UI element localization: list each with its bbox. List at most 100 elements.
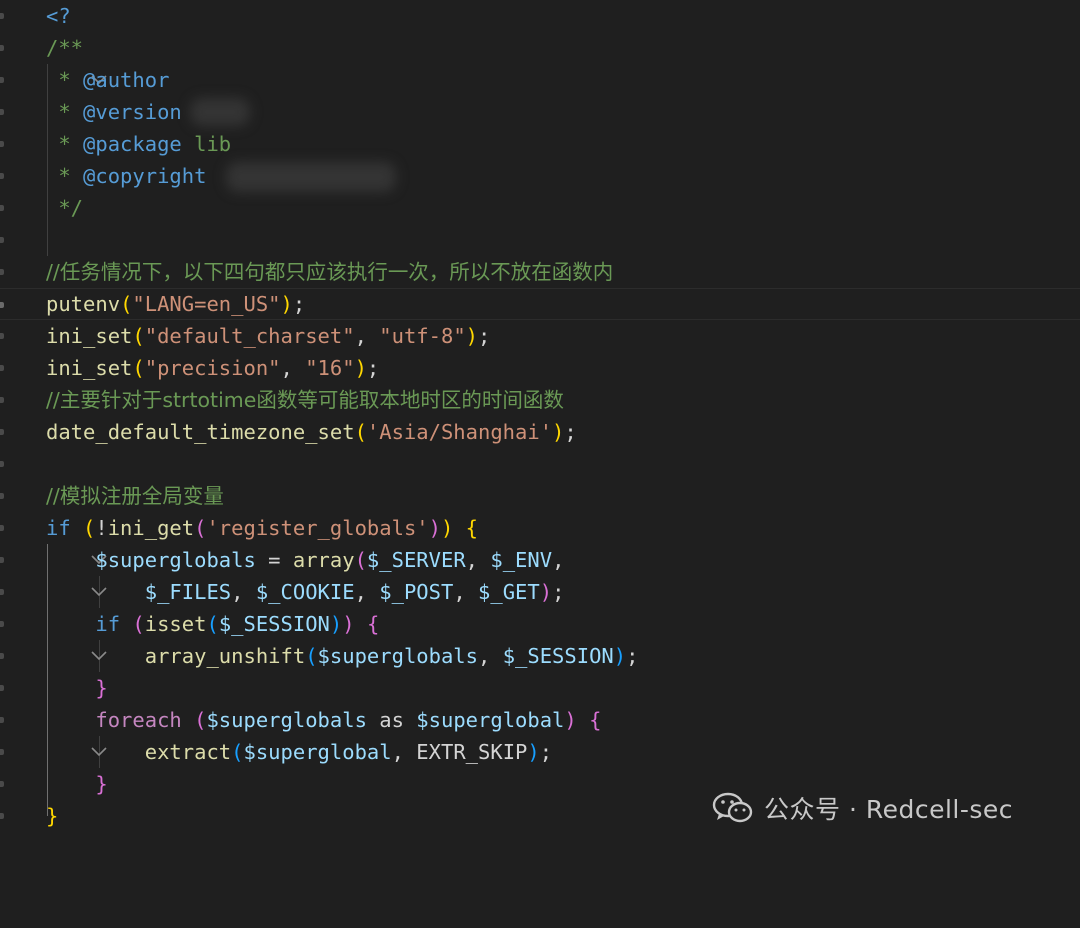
php-open-tag: <? <box>46 4 71 28</box>
gutter-marker <box>0 653 4 659</box>
string-literal: 'Asia/Shanghai' <box>366 420 553 444</box>
fold-chevron-down-icon[interactable] <box>14 704 107 757</box>
doc-tag-author: @author <box>83 68 170 92</box>
variable: $superglobal <box>416 708 565 732</box>
keyword: if <box>95 612 121 636</box>
code-editor[interactable]: <? /** * @author * @version * @package l… <box>0 0 1080 851</box>
string-literal: "LANG=en_US" <box>132 292 281 316</box>
variable: $_ENV <box>490 548 553 572</box>
function-call: extract <box>144 740 232 764</box>
line-comment: //模拟注册全局变量 <box>46 484 224 508</box>
variable: $superglobal <box>243 740 392 764</box>
code-line[interactable]: //任务情况下，以下四句都只应该执行一次，所以不放在函数内 <box>0 256 1080 288</box>
watermark-text: 公众号 · Redcell-sec <box>764 795 1014 824</box>
code-line[interactable]: $superglobals = array($_SERVER, $_ENV, <box>0 544 1080 597</box>
gutter-marker <box>0 45 4 51</box>
doc-star: * <box>46 164 84 188</box>
gutter-marker <box>0 302 4 308</box>
code-line[interactable]: <? <box>0 0 1080 32</box>
variable: $_GET <box>478 580 540 604</box>
function-call: ini_set <box>46 324 133 348</box>
code-line[interactable]: if (!ini_get('register_globals')) { <box>0 512 1080 565</box>
gutter-marker <box>0 333 4 339</box>
fold-chevron-down-icon[interactable] <box>14 544 107 597</box>
code-line[interactable]: * @version <box>0 96 1080 128</box>
code-line-current[interactable]: putenv("LANG=en_US"); <box>0 288 1080 320</box>
gutter-marker <box>0 589 4 595</box>
code-line[interactable] <box>0 224 1080 256</box>
keyword: if <box>46 516 71 540</box>
variable: $_POST <box>379 580 454 604</box>
code-line[interactable]: * @copyright <box>0 160 1080 192</box>
string-literal: "precision" <box>144 356 281 380</box>
code-line[interactable]: ini_set("precision", "16"); <box>0 352 1080 384</box>
gutter-marker <box>0 557 4 563</box>
code-line[interactable]: */ <box>0 192 1080 224</box>
string-literal: "16" <box>305 356 355 380</box>
function-call: date_default_timezone_set <box>46 420 355 444</box>
gutter-marker <box>0 173 4 179</box>
code-line[interactable] <box>0 448 1080 480</box>
watermark: 公众号 · Redcell-sec <box>712 786 1013 830</box>
code-line[interactable]: foreach ($superglobals as $superglobal) … <box>0 704 1080 757</box>
doc-package-value: lib <box>181 132 232 156</box>
variable: $_SESSION <box>218 612 330 636</box>
doc-star: * <box>46 68 84 92</box>
gutter-marker <box>0 493 4 499</box>
variable: $superglobals <box>95 548 256 572</box>
code-line[interactable]: //模拟注册全局变量 <box>0 480 1080 512</box>
code-line[interactable]: $_FILES, $_COOKIE, $_POST, $_GET); <box>0 576 1080 608</box>
variable: $_SESSION <box>502 644 614 668</box>
code-line[interactable]: if (isset($_SESSION)) { <box>0 608 1080 661</box>
function-call: putenv <box>46 292 121 316</box>
redacted-version-value <box>190 98 250 126</box>
fold-chevron-down-icon[interactable] <box>14 32 107 85</box>
function-call: isset <box>144 612 207 636</box>
code-line[interactable]: ini_set("default_charset", "utf-8"); <box>0 320 1080 352</box>
doc-star: * <box>46 132 84 156</box>
code-line[interactable]: * @author <box>0 64 1080 96</box>
function-call: ini_get <box>107 516 195 540</box>
doc-tag-version: @version <box>83 100 182 124</box>
code-line[interactable]: extract($superglobal, EXTR_SKIP); <box>0 736 1080 768</box>
gutter-marker <box>0 13 4 19</box>
string-literal: "utf-8" <box>379 324 466 348</box>
gutter-marker <box>0 685 4 691</box>
doc-comment-close: */ <box>46 196 84 220</box>
doc-comment-open: /** <box>46 36 84 60</box>
gutter-marker <box>0 621 4 627</box>
code-line[interactable]: //主要针对于strtotime函数等可能取本地时区的时间函数 <box>0 384 1080 416</box>
code-line[interactable]: array_unshift($superglobals, $_SESSION); <box>0 640 1080 672</box>
fold-chevron-down-icon[interactable] <box>14 608 107 661</box>
doc-tag-copyright: @copyright <box>83 164 207 188</box>
code-line[interactable]: } <box>0 672 1080 704</box>
gutter-marker <box>0 109 4 115</box>
gutter-marker <box>0 461 4 467</box>
gutter-marker <box>0 205 4 211</box>
gutter-marker <box>0 717 4 723</box>
gutter-marker <box>0 77 4 83</box>
code-line[interactable]: /** <box>0 32 1080 85</box>
gutter-marker <box>0 429 4 435</box>
redacted-copyright-value <box>226 162 396 192</box>
code-line[interactable]: date_default_timezone_set('Asia/Shanghai… <box>0 416 1080 448</box>
gutter-marker <box>0 237 4 243</box>
keyword: as <box>379 708 404 732</box>
line-comment: //任务情况下，以下四句都只应该执行一次，所以不放在函数内 <box>46 260 614 284</box>
gutter-marker <box>0 525 4 531</box>
gutter-marker <box>0 141 4 147</box>
variable: $superglobals <box>206 708 367 732</box>
variable: $superglobals <box>317 644 478 668</box>
doc-star: * <box>46 100 84 124</box>
code-line[interactable]: * @package lib <box>0 128 1080 160</box>
line-comment: //主要针对于strtotime函数等可能取本地时区的时间函数 <box>46 388 564 412</box>
gutter-marker <box>0 749 4 755</box>
doc-tag-package: @package <box>83 132 182 156</box>
fold-chevron-down-icon[interactable] <box>14 512 107 565</box>
gutter-marker <box>0 781 4 787</box>
variable: $_FILES <box>144 580 232 604</box>
gutter-marker <box>0 365 4 371</box>
wechat-icon <box>712 791 754 825</box>
function-call: array <box>292 548 355 572</box>
function-call: ini_set <box>46 356 133 380</box>
